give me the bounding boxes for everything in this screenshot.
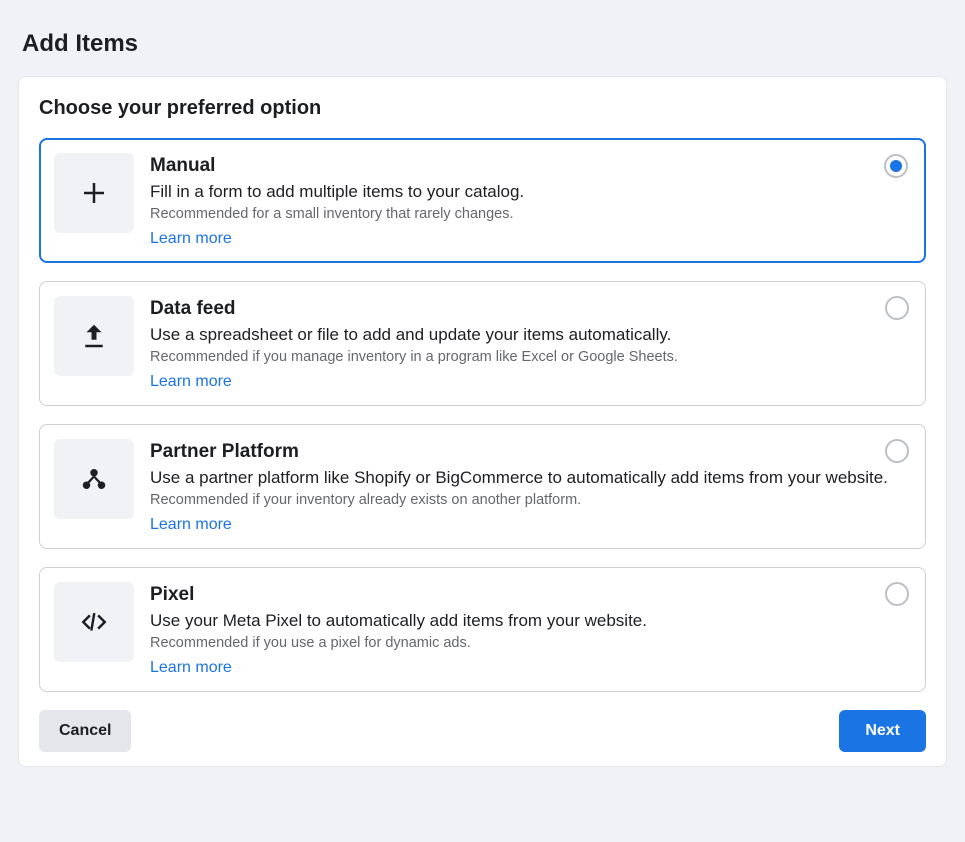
radio-partner-platform[interactable] [885,439,909,463]
option-body: Data feed Use a spreadsheet or file to a… [150,296,909,391]
option-title: Manual [150,155,909,177]
radio-pixel[interactable] [885,582,909,606]
option-pixel[interactable]: Pixel Use your Meta Pixel to automatical… [39,567,926,692]
options-panel: Choose your preferred option Manual Fill… [18,76,947,767]
option-description: Fill in a form to add multiple items to … [150,181,909,204]
option-body: Pixel Use your Meta Pixel to automatical… [150,582,909,677]
partner-icon [54,439,134,519]
option-description: Use your Meta Pixel to automatically add… [150,610,909,633]
learn-more-link[interactable]: Learn more [150,373,232,390]
code-icon [54,582,134,662]
option-description: Use a partner platform like Shopify or B… [150,467,909,490]
option-data-feed[interactable]: Data feed Use a spreadsheet or file to a… [39,281,926,406]
option-description: Use a spreadsheet or file to add and upd… [150,324,909,347]
option-title: Pixel [150,584,909,606]
radio-manual[interactable] [884,154,908,178]
page-title: Add Items [0,0,965,76]
learn-more-link[interactable]: Learn more [150,659,232,676]
option-manual[interactable]: Manual Fill in a form to add multiple it… [39,138,926,263]
cancel-button[interactable]: Cancel [39,710,131,752]
option-recommendation: Recommended if your inventory already ex… [150,492,909,508]
footer: Cancel Next [39,710,926,752]
option-partner-platform[interactable]: Partner Platform Use a partner platform … [39,424,926,549]
option-recommendation: Recommended for a small inventory that r… [150,206,909,222]
learn-more-link[interactable]: Learn more [150,230,232,247]
option-recommendation: Recommended if you use a pixel for dynam… [150,635,909,651]
option-body: Manual Fill in a form to add multiple it… [150,153,909,248]
radio-data-feed[interactable] [885,296,909,320]
upload-icon [54,296,134,376]
next-button[interactable]: Next [839,710,926,752]
plus-icon [54,153,134,233]
option-title: Partner Platform [150,441,909,463]
panel-subtitle: Choose your preferred option [39,97,926,120]
option-recommendation: Recommended if you manage inventory in a… [150,349,909,365]
option-title: Data feed [150,298,909,320]
option-body: Partner Platform Use a partner platform … [150,439,909,534]
learn-more-link[interactable]: Learn more [150,516,232,533]
